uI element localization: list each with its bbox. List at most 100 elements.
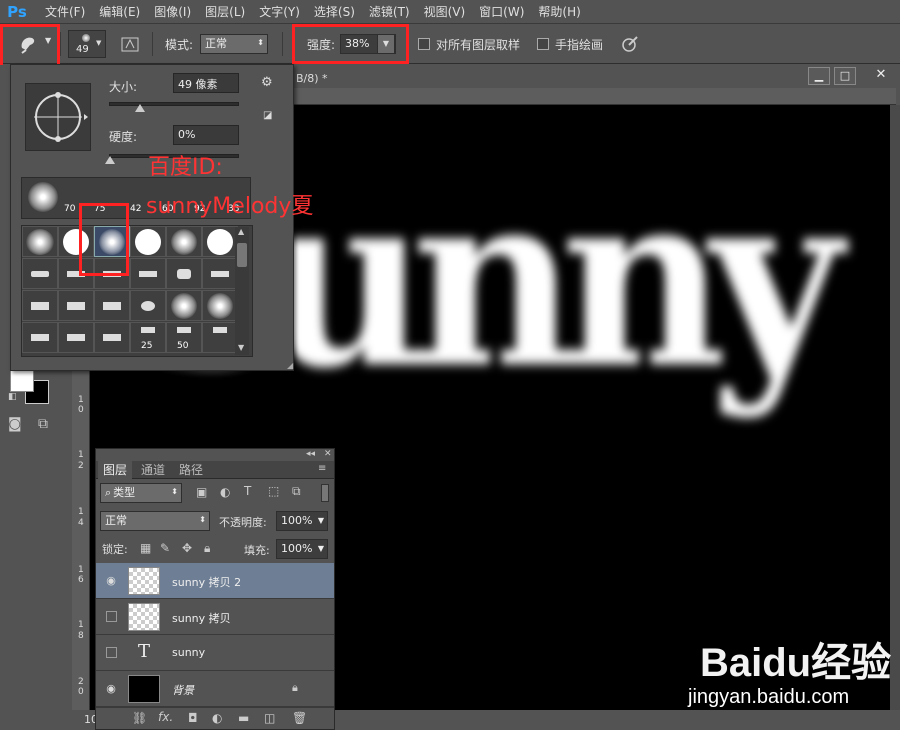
brush-preset[interactable] [166,258,202,289]
eye-icon[interactable]: ◉ [104,682,118,696]
brush-panel-icon[interactable] [120,34,140,54]
strength-dropdown-button[interactable]: ▼ [377,34,395,54]
size-slider-thumb[interactable] [135,104,145,112]
panel-close-icon[interactable]: ✕ [324,449,332,459]
menu-type[interactable]: 文字(Y) [259,3,300,20]
menu-view[interactable]: 视图(V) [424,3,466,20]
brush-preset[interactable] [202,226,238,257]
layer-row[interactable]: ◉ 背景 🔒︎ [96,671,334,707]
menu-file[interactable]: 文件(F) [45,3,85,20]
tool-preset-arrow-icon[interactable]: ▼ [45,36,51,45]
brush-preset[interactable] [130,258,166,289]
filter-shape-icon[interactable]: ⬚ [268,484,279,498]
filter-type-icon[interactable]: T [244,484,251,498]
brush-preset[interactable] [58,290,94,321]
brush-preset[interactable] [202,258,238,289]
quick-mask-icon[interactable]: ◙ [8,416,22,432]
filter-toggle[interactable] [321,484,329,502]
tab-layers[interactable]: 图层 [98,461,133,479]
brush-preset[interactable] [202,290,238,321]
brush-preset[interactable] [94,322,130,353]
filter-kind-dropdown[interactable]: ⌕ 类型 ⬍ [100,483,182,503]
hardness-field[interactable]: 0% [173,125,239,145]
visibility-box-icon[interactable] [106,611,117,622]
trash-icon[interactable]: 🗑︎ [292,711,307,725]
eye-icon[interactable]: ◉ [104,574,118,588]
screen-mode-icon[interactable]: ⧉ [38,416,48,432]
vertical-scrollbar[interactable] [890,105,900,710]
tab-paths[interactable]: 路径 [174,461,208,479]
visibility-box-icon[interactable] [106,647,117,658]
menu-select[interactable]: 选择(S) [314,3,355,20]
lock-brush-icon[interactable]: ✎ [160,541,170,555]
menu-help[interactable]: 帮助(H) [538,3,580,20]
layer-row[interactable]: ◉ sunny 拷贝 2 [96,563,334,599]
lock-all-icon[interactable]: 🔒︎ [204,541,210,556]
lock-move-icon[interactable]: ✥ [182,541,192,555]
mode-dropdown[interactable]: 正常 ⬍ [200,34,268,54]
close-icon[interactable]: ✕ [870,67,892,85]
brush-preset[interactable]: 25 [130,322,166,353]
layer-row[interactable]: T sunny [96,635,334,671]
brush-preset[interactable] [130,290,166,321]
smudge-tool-icon[interactable] [18,34,40,54]
scroll-down-icon[interactable]: ▼ [238,343,244,352]
filter-pixel-icon[interactable]: ▣ [196,485,207,499]
fill-field[interactable]: 100% ▼ [276,539,328,559]
brush-angle-preview[interactable] [25,83,91,151]
filter-smart-object-icon[interactable]: ⧉ [292,484,301,499]
brush-preset[interactable] [58,322,94,353]
blend-mode-dropdown[interactable]: 正常 ⬍ [100,511,210,531]
updown-arrow-icon: ⬍ [199,515,206,524]
pressure-icon[interactable] [620,34,640,54]
resize-grip-icon[interactable]: ◢ [287,361,293,370]
fx-icon[interactable]: fx. [158,710,173,724]
finger-paint-checkbox[interactable] [537,38,549,50]
brush-preset[interactable] [22,258,58,289]
brush-preset[interactable]: 50 [166,322,202,353]
menu-layer[interactable]: 图层(L) [205,3,245,20]
brush-preset[interactable] [22,290,58,321]
brush-preset[interactable] [22,322,58,353]
maximize-icon[interactable]: □ [834,67,856,85]
menu-edit[interactable]: 编辑(E) [99,3,140,20]
minimize-icon[interactable]: ▁ [808,67,830,85]
size-field[interactable]: 49 像素 [173,73,239,93]
brush-preset[interactable] [166,290,202,321]
scroll-up-icon[interactable]: ▲ [238,227,244,236]
adjustment-layer-icon[interactable]: ◐ [212,711,222,725]
brush-preset[interactable] [166,226,202,257]
default-colors-icon[interactable]: ◧ [8,392,17,402]
lock-transparency-icon[interactable]: ▦ [140,541,151,555]
brush-preset[interactable] [202,322,238,353]
collapse-icon[interactable]: ◂◂ [306,449,315,459]
brush-preset[interactable] [94,290,130,321]
sample-all-checkbox[interactable] [418,38,430,50]
add-mask-icon[interactable]: ◘ [188,711,198,725]
panel-menu-icon[interactable]: ≡ [318,463,326,474]
grid-scrollbar[interactable]: ▲ ▼ [235,227,249,355]
document-tab-title[interactable]: B/8) * [296,72,328,85]
tab-channels[interactable]: 通道 [136,461,170,479]
menu-image[interactable]: 图像(I) [154,3,191,20]
hardness-slider-thumb[interactable] [105,156,115,164]
recent-brush-soft[interactable] [28,182,58,212]
brush-picker-button[interactable]: 49 ▼ [68,30,106,58]
menu-window[interactable]: 窗口(W) [479,3,524,20]
updown-arrow-icon: ⬍ [257,38,264,47]
scroll-thumb[interactable] [237,243,247,267]
new-group-icon[interactable]: ▬ [238,711,249,725]
link-layers-icon[interactable]: ⛓ [132,711,147,725]
opacity-field[interactable]: 100% ▼ [276,511,328,531]
brush-preset[interactable] [130,226,166,257]
brush-preset[interactable] [22,226,58,257]
size-slider[interactable] [109,102,239,106]
new-preset-icon[interactable]: ◪ [263,110,272,121]
filter-adjustment-icon[interactable]: ◐ [220,485,230,499]
foreground-color-swatch[interactable] [10,368,34,392]
layer-row[interactable]: sunny 拷贝 [96,599,334,635]
strength-label: 强度: [307,38,336,52]
new-layer-icon[interactable]: ◫ [264,711,275,725]
menu-filter[interactable]: 滤镜(T) [369,3,410,20]
gear-icon[interactable]: ⚙ [261,75,273,90]
